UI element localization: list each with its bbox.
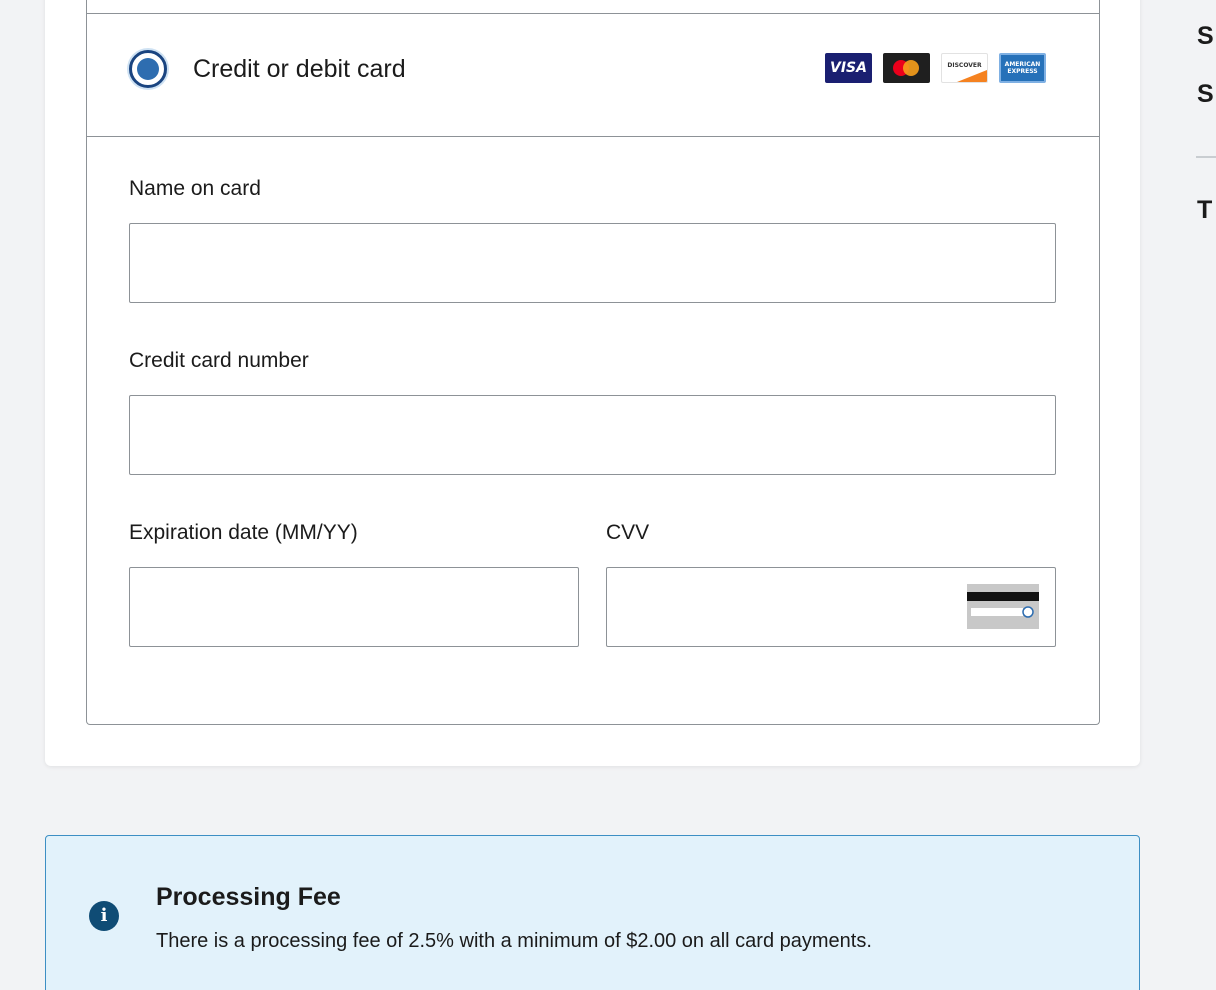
amex-icon: AMERICAN EXPRESS [999, 53, 1046, 83]
name-on-card-label: Name on card [129, 177, 261, 200]
payment-method-label[interactable]: Credit or debit card [193, 55, 406, 84]
summary-line-text: S [1197, 22, 1214, 50]
summary-line-text: S [1197, 80, 1214, 108]
summary-total-text: T [1197, 196, 1213, 224]
payment-method-box: Credit or debit card VISA DISCOVER AMERI… [86, 0, 1100, 725]
payment-method-option[interactable]: Credit or debit card VISA DISCOVER AMERI… [87, 14, 1099, 137]
info-icon: i [89, 901, 119, 931]
processing-fee-alert: i Processing Fee There is a processing f… [45, 835, 1140, 990]
alert-body: There is a processing fee of 2.5% with a… [156, 930, 872, 952]
expiration-date-label: Expiration date (MM/YY) [129, 521, 358, 544]
name-on-card-input[interactable] [129, 223, 1056, 303]
card-brand-logos: VISA DISCOVER AMERICAN EXPRESS [825, 53, 1046, 83]
credit-card-radio[interactable] [129, 50, 167, 88]
cvv-field-wrapper [606, 567, 1056, 647]
payment-card: Credit or debit card VISA DISCOVER AMERI… [45, 0, 1140, 766]
card-number-input[interactable] [129, 395, 1056, 475]
discover-icon: DISCOVER [941, 53, 988, 83]
card-number-label: Credit card number [129, 349, 309, 372]
card-back-cvv-icon [967, 584, 1039, 629]
summary-divider [1196, 156, 1216, 158]
mastercard-icon [883, 53, 930, 83]
checkout-page: Credit or debit card VISA DISCOVER AMERI… [0, 0, 1216, 990]
cvv-label: CVV [606, 521, 650, 544]
radio-selected-dot [137, 58, 159, 80]
visa-icon: VISA [825, 53, 872, 83]
alert-title: Processing Fee [156, 883, 341, 911]
expiration-date-input[interactable] [129, 567, 579, 647]
